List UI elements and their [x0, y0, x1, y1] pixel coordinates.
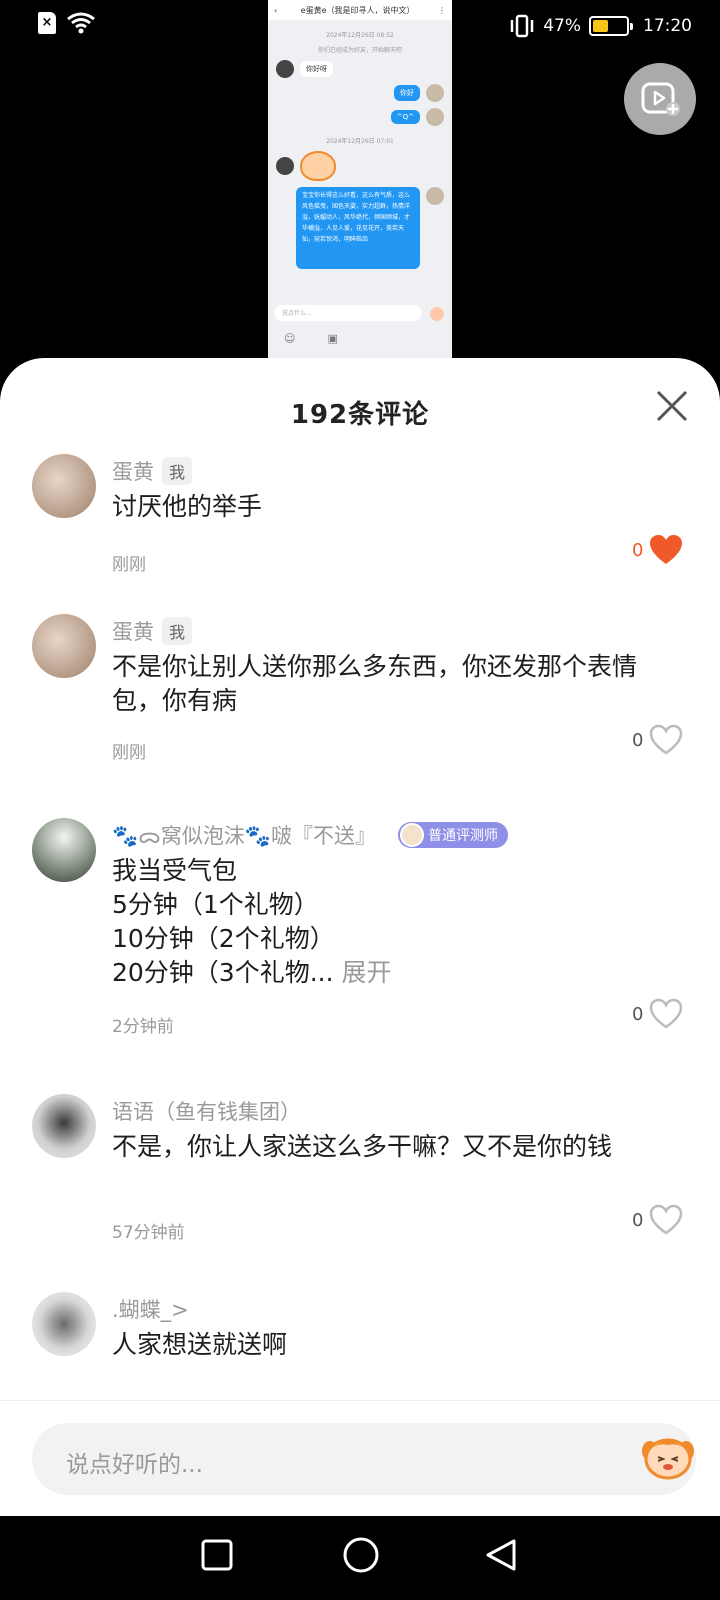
avatar[interactable]	[32, 1292, 96, 1356]
comment-time: 刚刚	[112, 743, 146, 763]
video-chat-title: e蛋黄e（我是印寻人，说中文）	[300, 5, 415, 15]
message-bubble: ^Q^	[390, 110, 420, 124]
video-timestamp: 2024年12月26日 07:01	[326, 138, 394, 145]
avatar[interactable]	[32, 614, 96, 678]
video-preview[interactable]: ‹ e蛋黄e（我是印寻人，说中文） ⋮ 2024年12月26日 08:52 你们…	[268, 0, 452, 360]
comment-text[interactable]: 不是，你让人家送这么多干嘛？又不是你的钱	[112, 1130, 682, 1164]
heart-outline-icon	[650, 1204, 683, 1235]
expand-link[interactable]: 展开	[342, 958, 392, 987]
comment-author[interactable]: 蛋黄	[112, 616, 154, 646]
comment-text[interactable]: 我当受气包 5分钟（1个礼物） 10分钟（2个礼物） 20分钟（3个礼物... …	[112, 854, 682, 990]
comment-line: 5分钟（1个礼物）	[112, 890, 319, 919]
comment-time: 刚刚	[112, 555, 146, 575]
screen-record-button[interactable]	[624, 63, 696, 135]
comment-input[interactable]: 说点好听的...	[32, 1423, 696, 1495]
video-chat-header: ‹ e蛋黄e（我是印寻人，说中文） ⋮	[268, 0, 452, 20]
avatar	[276, 60, 294, 78]
video-send-icon	[430, 307, 444, 321]
back-icon: ‹	[274, 5, 278, 15]
comment-line: 20分钟（3个礼物... 展开	[112, 956, 682, 990]
comment-line: 10分钟（2个礼物）	[112, 924, 335, 953]
avatar	[276, 157, 294, 175]
more-icon: ⋮	[437, 5, 446, 15]
video-message	[276, 151, 444, 181]
comment-line: 我当受气包	[112, 856, 238, 885]
video-message: 宝宝你长得这么好看，这么有气质，这么风色摇曳，国色天姿，实力超群，热情洋溢，妩媚…	[276, 187, 444, 269]
avatar	[426, 108, 444, 126]
comment-input-bar: 说点好听的...	[0, 1400, 720, 1516]
video-timestamp: 2024年12月26日 08:52	[326, 32, 394, 39]
like-count: 0	[632, 1209, 644, 1231]
like-count: 0	[632, 539, 644, 561]
battery-icon	[589, 16, 633, 36]
me-badge: 我	[162, 457, 193, 485]
system-nav-bar	[0, 1516, 720, 1600]
comment-author[interactable]: 蛋黄	[112, 456, 154, 486]
emoji-icon: ☺	[284, 332, 296, 345]
recents-button[interactable]	[200, 1538, 234, 1572]
comments-count-title: 192条评论	[290, 400, 430, 430]
like-button[interactable]: 0	[632, 534, 683, 566]
avatar[interactable]	[32, 818, 96, 882]
comment-author[interactable]: 语语（鱼有钱集团）	[112, 1096, 301, 1126]
comment-text[interactable]: 不是你让别人送你那么多东西，你还发那个表情包，你有病	[112, 650, 682, 718]
avatar[interactable]	[32, 454, 96, 518]
comment-author[interactable]: .蝴蝶_>	[112, 1294, 189, 1324]
message-bubble: 你好	[394, 85, 420, 101]
like-count: 0	[632, 729, 644, 751]
sticker-image	[300, 151, 336, 181]
video-add-icon	[641, 82, 680, 116]
avatar[interactable]	[32, 1094, 96, 1158]
video-toolbar: ☺ ▣	[284, 332, 338, 345]
wifi-icon	[67, 12, 95, 34]
emoji-sticker-icon[interactable]	[640, 1433, 696, 1481]
message-bubble: 你好呀	[300, 61, 333, 77]
message-bubble: 宝宝你长得这么好看，这么有气质，这么风色摇曳，国色天姿，实力超群，热情洋溢，妩媚…	[296, 187, 420, 269]
heart-outline-icon	[650, 998, 683, 1029]
comments-sheet: 192条评论 蛋黄 我 讨厌他的举手 刚刚 0 蛋黄 我 不是你让别人送你那么多…	[0, 358, 720, 1516]
comment-time: 2分钟前	[112, 1017, 174, 1037]
comment-time: 57分钟前	[112, 1223, 185, 1243]
heart-outline-icon	[650, 724, 683, 755]
comment-author[interactable]: 🐾ᯅ窝似泡沫🐾啵『不送』	[112, 820, 376, 850]
home-button[interactable]	[342, 1536, 380, 1574]
reviewer-badge[interactable]: 普通评测师	[397, 822, 508, 848]
battery-percent: 47%	[543, 16, 581, 36]
close-icon[interactable]	[654, 388, 690, 424]
like-count: 0	[632, 1003, 644, 1025]
like-button[interactable]: 0	[632, 724, 683, 756]
like-button[interactable]: 0	[632, 1204, 683, 1236]
reviewer-badge-label: 普通评测师	[427, 828, 498, 844]
back-button[interactable]	[484, 1538, 518, 1572]
avatar	[426, 187, 444, 205]
clock: 17:20	[643, 16, 692, 36]
video-system-notice: 你们已经成为好友，开始聊天吧	[317, 47, 402, 54]
comment-input-placeholder: 说点好听的...	[66, 1452, 203, 1478]
video-message: 你好呀	[276, 60, 444, 78]
heart-filled-icon	[650, 535, 683, 564]
video-input-field: 说点什么...	[274, 305, 422, 321]
image-icon: ▣	[327, 332, 338, 345]
me-badge: 我	[162, 617, 193, 645]
video-message: ^Q^	[276, 108, 444, 126]
comment-text[interactable]: 人家想送就送啊	[112, 1328, 682, 1362]
video-message: 你好	[276, 84, 444, 102]
vibrate-icon	[510, 14, 534, 38]
battery-fill	[593, 20, 609, 32]
avatar	[426, 84, 444, 102]
like-button[interactable]: 0	[632, 998, 683, 1030]
comment-line-truncated: 20分钟（3个礼物...	[112, 958, 334, 987]
comment-text[interactable]: 讨厌他的举手	[112, 490, 682, 524]
reviewer-avatar-icon	[399, 823, 424, 847]
no-sim-icon: ×	[38, 12, 56, 34]
